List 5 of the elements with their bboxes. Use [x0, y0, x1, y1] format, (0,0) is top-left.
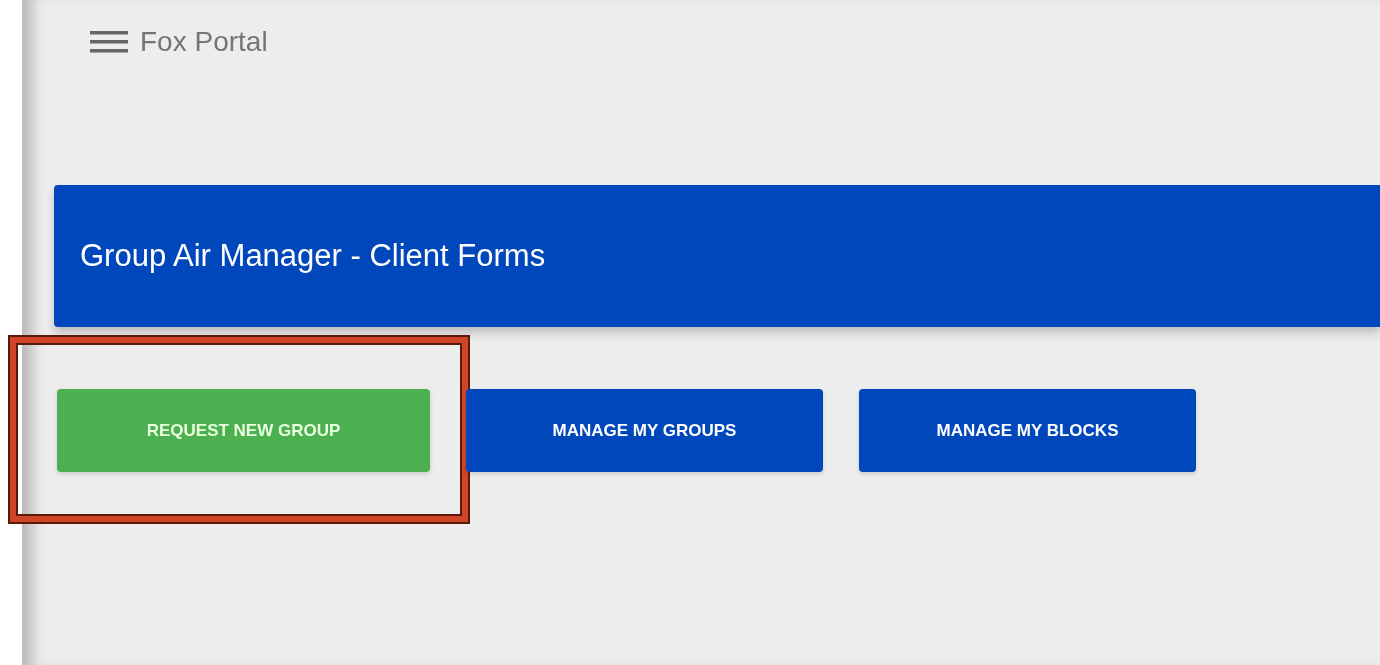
- app-title: Fox Portal: [140, 26, 268, 58]
- action-button[interactable]: MANAGE MY BLOCKS: [859, 389, 1196, 472]
- action-button[interactable]: MANAGE MY GROUPS: [466, 389, 823, 472]
- page-title: Group Air Manager - Client Forms: [80, 238, 546, 274]
- menu-icon[interactable]: [90, 30, 128, 54]
